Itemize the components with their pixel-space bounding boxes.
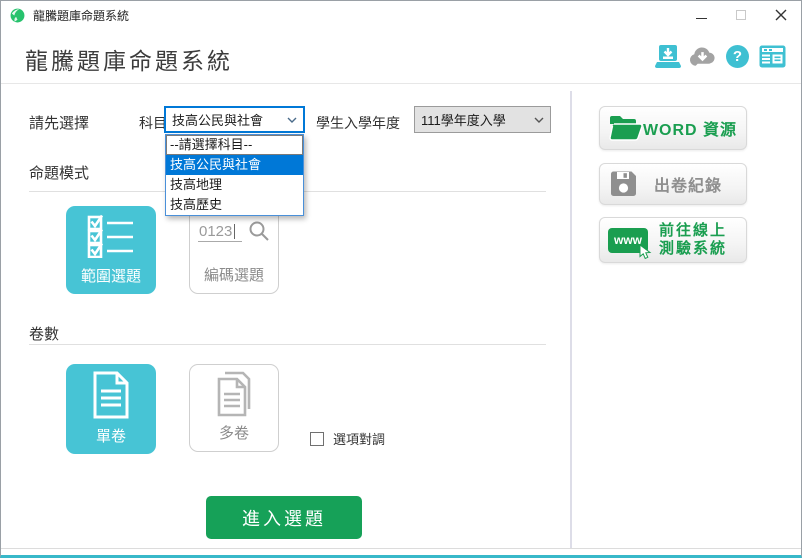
word-resources-button[interactable]: WORD 資源 <box>599 106 747 150</box>
code-search-input[interactable]: 0123 <box>198 223 242 242</box>
year-label: 學生入學年度 <box>316 113 400 133</box>
window-controls <box>681 1 801 29</box>
single-paper-label: 單卷 <box>96 425 126 446</box>
window-title: 龍騰題庫命題系統 <box>33 7 129 24</box>
code-select-label: 編碼選題 <box>204 264 264 285</box>
help-icon: ? <box>726 45 749 68</box>
subject-select-value: 技高公民與社會 <box>172 110 263 129</box>
minimize-icon <box>696 18 707 19</box>
form-icon <box>759 45 786 68</box>
laptop-download-icon <box>654 44 682 70</box>
swap-options-row: 選項對調 <box>310 429 385 448</box>
folder-open-icon <box>608 114 642 142</box>
help-button[interactable]: ? <box>723 43 752 70</box>
search-icon <box>248 220 270 242</box>
single-document-icon <box>91 371 131 419</box>
online-test-system-label: 前往線上 測驗系統 <box>648 222 738 258</box>
bottom-divider <box>1 548 802 549</box>
titlebar: 龍騰題庫命題系統 <box>1 1 801 29</box>
maximize-icon <box>736 10 746 20</box>
select-first-label: 請先選擇 <box>29 112 89 133</box>
page-title: 龍騰題庫命題系統 <box>25 42 233 76</box>
www-cursor-icon: www <box>608 228 648 253</box>
single-paper-button[interactable]: 單卷 <box>66 364 156 454</box>
chevron-down-icon <box>534 117 544 123</box>
app-window: 龍騰題庫命題系統 龍騰題庫命題系統 <box>0 0 802 558</box>
enter-selection-button[interactable]: 進入選題 <box>206 496 362 539</box>
dropdown-option[interactable]: 技高歷史 <box>166 195 303 215</box>
chevron-down-icon <box>287 117 297 123</box>
word-resources-label: WORD 資源 <box>642 116 738 140</box>
range-select-label: 範圍選題 <box>81 265 141 286</box>
subject-label: 科目 <box>139 113 167 133</box>
vertical-divider <box>570 91 572 549</box>
cloud-download-icon <box>688 45 717 69</box>
exam-record-button[interactable]: 出卷紀錄 <box>599 163 747 205</box>
year-select-value: 111學年度入學 <box>421 110 506 129</box>
maximize-button[interactable] <box>721 1 761 29</box>
code-select-button[interactable]: 0123 編碼選題 <box>189 206 279 294</box>
close-button[interactable] <box>761 1 801 29</box>
minimize-button[interactable] <box>681 1 721 29</box>
cloud-download-button[interactable] <box>688 43 717 70</box>
text-caret <box>234 224 235 239</box>
exam-record-label: 出卷紀錄 <box>638 172 738 196</box>
save-disk-icon <box>608 169 638 199</box>
range-select-button[interactable]: 範圍選題 <box>66 206 156 294</box>
offline-download-button[interactable] <box>653 43 682 70</box>
subject-dropdown-list: --請選擇科目-- 技高公民與社會 技高地理 技高歷史 <box>165 134 304 216</box>
close-icon <box>775 9 787 21</box>
paper-section-divider <box>29 344 546 345</box>
header-icons: ? <box>653 43 787 70</box>
page-header: 龍騰題庫命題系統 ? <box>1 29 801 84</box>
multi-document-icon <box>211 369 257 419</box>
subject-select[interactable]: 技高公民與社會 <box>164 106 305 133</box>
multi-paper-button[interactable]: 多卷 <box>189 364 279 452</box>
checklist-icon <box>87 214 135 258</box>
dropdown-option[interactable]: --請選擇科目-- <box>166 135 303 155</box>
paper-section-title: 卷數 <box>29 323 59 344</box>
exam-form-button[interactable] <box>758 43 787 70</box>
online-test-system-button[interactable]: www 前往線上 測驗系統 <box>599 217 747 263</box>
cursor-arrow-icon <box>638 244 652 260</box>
swap-options-label: 選項對調 <box>333 429 385 448</box>
dropdown-option-selected[interactable]: 技高公民與社會 <box>166 155 303 175</box>
year-select[interactable]: 111學年度入學 <box>414 106 551 133</box>
multi-paper-label: 多卷 <box>219 422 249 443</box>
dropdown-option[interactable]: 技高地理 <box>166 175 303 195</box>
mode-section-title: 命題模式 <box>29 162 89 183</box>
swap-options-checkbox[interactable] <box>310 432 324 446</box>
app-logo-icon <box>10 8 25 23</box>
